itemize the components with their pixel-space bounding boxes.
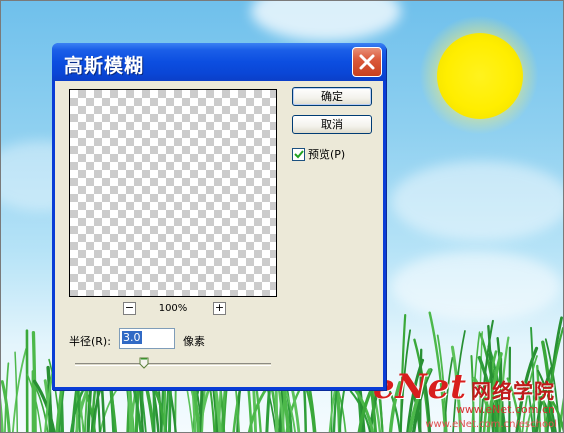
radius-unit: 像素: [183, 335, 205, 348]
title-bar[interactable]: 高斯模糊: [52, 43, 386, 81]
cloud: [251, 1, 401, 41]
preview-checkbox[interactable]: [292, 147, 305, 161]
checkmark-icon: [293, 150, 304, 159]
radius-value: 3.0: [122, 331, 142, 344]
sun: [437, 33, 523, 119]
dialog-title: 高斯模糊: [64, 55, 145, 77]
radius-slider-track[interactable]: [75, 363, 271, 366]
cancel-button[interactable]: 取消: [292, 115, 372, 134]
preview-label: 预览(P): [308, 148, 346, 161]
zoom-level: 100%: [158, 303, 188, 314]
grass-blade: [1, 397, 4, 432]
grass-blade: [14, 351, 19, 432]
gaussian-blur-dialog: 高斯模糊 − 100% + 确定 取消 预览(P) 半径(R): 3.0 像素: [52, 43, 386, 390]
dialog-body: − 100% + 确定 取消 预览(P) 半径(R): 3.0 像素: [55, 81, 383, 387]
watermark-logo: eNet 网络学院: [372, 367, 555, 407]
grass-blade: [303, 386, 308, 432]
radius-input[interactable]: 3.0: [119, 328, 175, 349]
watermark: eNet 网络学院 www.eNet.com.cn: [373, 367, 555, 416]
zoom-in-button[interactable]: +: [213, 302, 226, 315]
close-button[interactable]: [352, 47, 382, 77]
close-icon: [359, 54, 375, 70]
zoom-out-button[interactable]: −: [123, 302, 136, 315]
radius-label: 半径(R):: [69, 335, 111, 348]
watermark-url-bottom: www.eNet.com.cn/eschool: [425, 419, 557, 430]
preview-canvas[interactable]: [69, 89, 277, 297]
ok-button[interactable]: 确定: [292, 87, 372, 106]
cloud: [391, 161, 563, 241]
radius-slider-thumb[interactable]: [139, 357, 149, 369]
preview-toggle[interactable]: 预览(P): [292, 146, 345, 162]
